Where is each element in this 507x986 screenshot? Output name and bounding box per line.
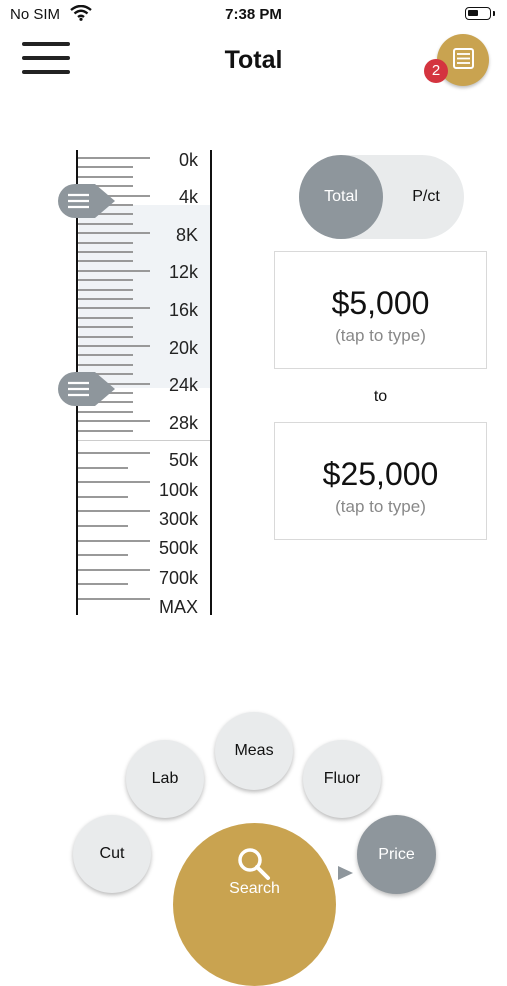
ruler-label[interactable]: 50k (118, 450, 198, 471)
ruler-label[interactable]: 4k (118, 187, 198, 208)
ruler-label[interactable]: 24k (118, 375, 198, 396)
active-filter-pointer-icon (338, 865, 354, 886)
max-price-hint: (tap to type) (335, 497, 426, 516)
ruler-tick (78, 364, 133, 366)
ruler-tick (78, 176, 133, 178)
ruler-divider (78, 440, 210, 441)
clock: 7:38 PM (225, 6, 282, 23)
toggle-option-per-carat[interactable]: P/ct (388, 155, 464, 239)
ruler-label[interactable]: 28k (118, 413, 198, 434)
filter-fluor-button[interactable]: Fluor (303, 740, 381, 818)
ruler-label[interactable]: 500k (118, 538, 198, 559)
ruler-tick (78, 326, 133, 328)
ruler-label[interactable]: MAX (118, 597, 198, 618)
ruler-label[interactable]: 300k (118, 509, 198, 530)
search-label: Search (229, 880, 280, 897)
min-price-value: $5,000 (331, 285, 430, 321)
range-separator: to (373, 388, 388, 405)
filter-lab-button[interactable]: Lab (126, 740, 204, 818)
min-price-slider-handle[interactable] (57, 183, 117, 219)
battery-icon (465, 7, 495, 20)
notification-badge: 2 (424, 59, 448, 83)
ruler-label[interactable]: 0k (118, 150, 198, 171)
status-bar: No SIM 7:38 PM (0, 0, 507, 30)
ruler-label[interactable]: 700k (118, 568, 198, 589)
filter-cut-button[interactable]: Cut (73, 815, 151, 893)
toggle-option-total[interactable]: Total (299, 155, 383, 239)
ruler-label[interactable]: 16k (118, 300, 198, 321)
max-price-value: $25,000 (322, 456, 439, 492)
filter-price-button[interactable]: Price (357, 815, 436, 894)
ruler-right-line (210, 150, 212, 615)
ruler-label[interactable]: 20k (118, 338, 198, 359)
ruler-label[interactable]: 100k (118, 480, 198, 501)
ruler-tick (78, 251, 133, 253)
max-price-field[interactable]: $25,000 (tap to type) (274, 422, 487, 540)
max-price-slider-handle[interactable] (57, 371, 117, 407)
min-price-field[interactable]: $5,000 (tap to type) (274, 251, 487, 369)
ruler-label[interactable]: 12k (118, 262, 198, 283)
min-price-hint: (tap to type) (335, 326, 426, 345)
filter-meas-button[interactable]: Meas (215, 712, 293, 790)
ruler-label[interactable]: 8K (118, 225, 198, 246)
ruler-tick (78, 289, 133, 291)
